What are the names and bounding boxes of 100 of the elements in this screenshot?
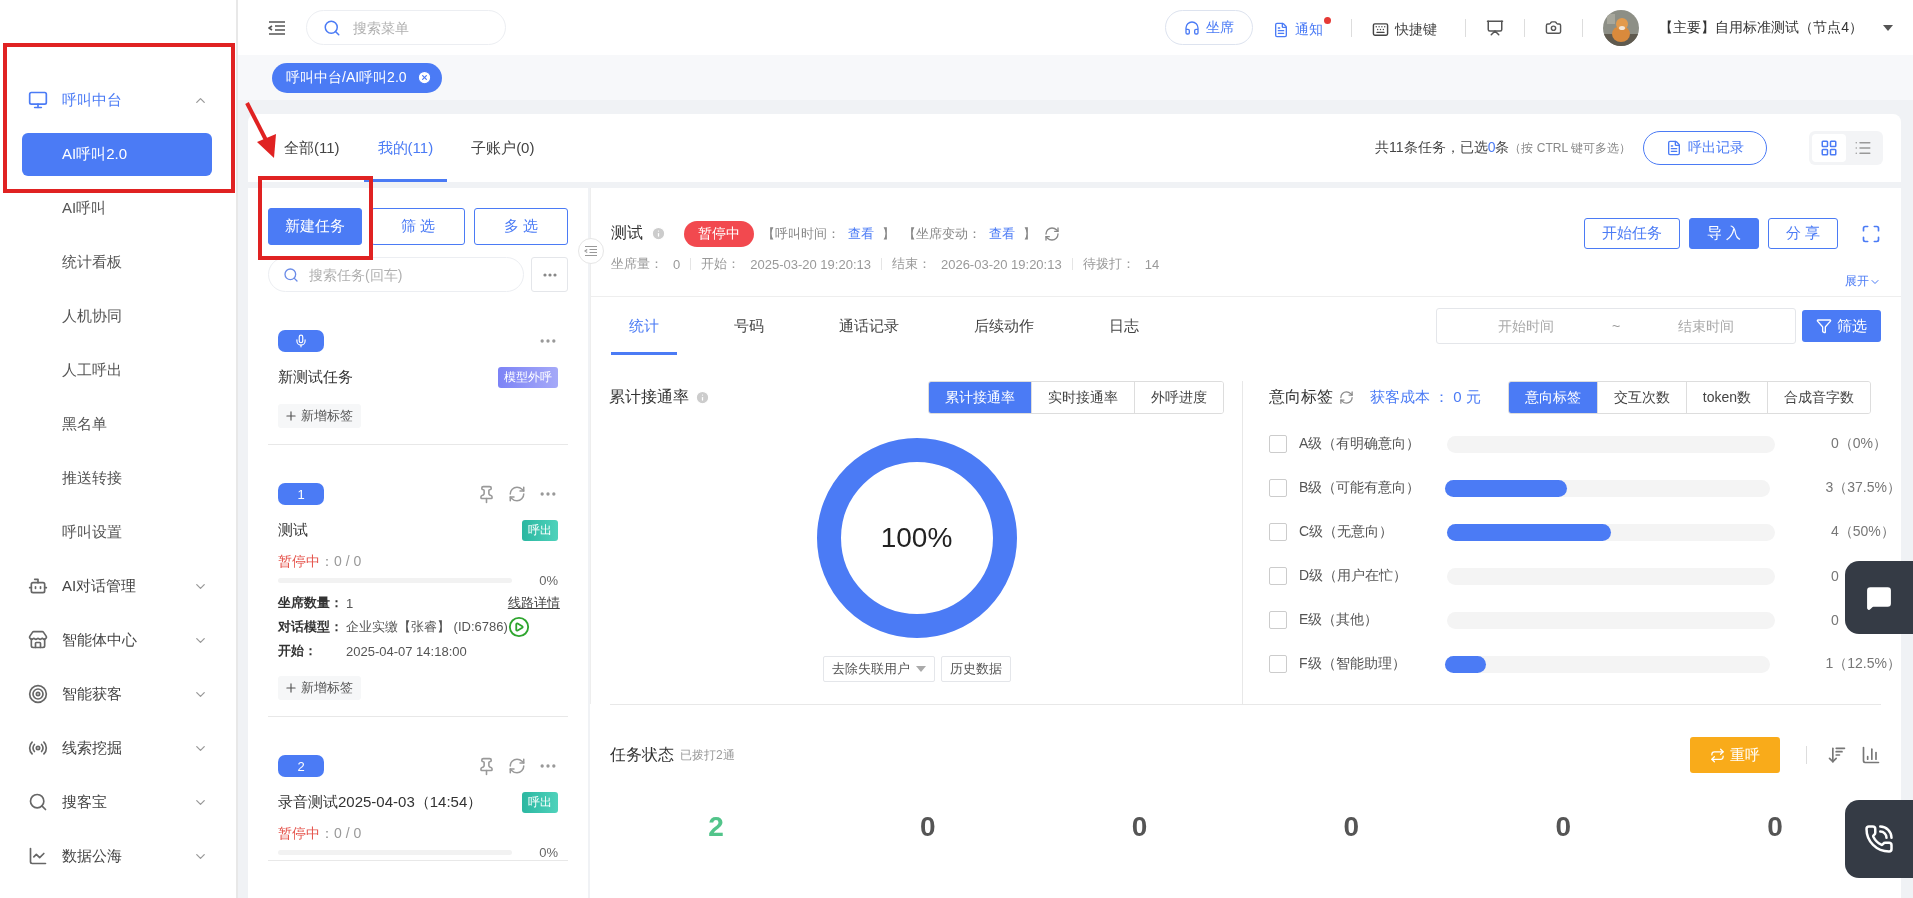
filter-dropdown[interactable]: 去除失联用户 <box>822 656 935 682</box>
toolbar-button[interactable]: 新建任务 <box>268 208 362 245</box>
more-icon <box>542 272 557 277</box>
nav-icon <box>28 738 48 758</box>
task-title[interactable]: 新测试任务 <box>278 368 498 387</box>
open-tab-tag[interactable]: 呼叫中台/AI呼叫2.0 <box>272 62 442 93</box>
nav-group[interactable]: 智能体中心 <box>0 613 236 667</box>
account-dropdown[interactable] <box>1883 24 1893 31</box>
collapse-icon <box>584 245 598 257</box>
task-title[interactable]: 录音测试2025-04-03（14:54） <box>278 793 522 812</box>
menu-search-input[interactable]: 搜索菜单 <box>351 18 489 37</box>
cost-link[interactable]: 获客成本 ： 0 元 <box>1370 388 1481 407</box>
view-link[interactable]: 查看 <box>848 224 874 243</box>
account-name[interactable]: 【主要】自用标准测试（节点4） <box>1659 18 1863 37</box>
task-search-input[interactable]: 搜索任务(回车) <box>307 265 509 284</box>
scope-tab[interactable]: 子账户(0) <box>457 114 549 182</box>
meta-label: 结束： <box>891 255 931 273</box>
nav-item[interactable]: 黑名单 <box>22 402 212 446</box>
view-link[interactable]: 查看 <box>989 224 1015 243</box>
detail-value: 1 <box>346 595 355 611</box>
toolbar-button[interactable]: 筛 选 <box>371 208 465 245</box>
grid-view-button[interactable] <box>1812 134 1846 162</box>
detail-tab[interactable]: 统计 <box>611 297 677 355</box>
nav-item[interactable]: 人机协同 <box>22 294 212 338</box>
seat-button[interactable]: 坐席 <box>1165 10 1254 45</box>
mode-tab[interactable]: 外呼进度 <box>1134 382 1223 413</box>
checkbox[interactable] <box>1269 611 1287 629</box>
checkbox[interactable] <box>1269 567 1287 585</box>
voice-chat-button[interactable] <box>1845 561 1913 634</box>
sort-icon[interactable] <box>1827 745 1847 765</box>
search-icon <box>283 266 299 283</box>
checkbox[interactable] <box>1269 479 1287 497</box>
pin-icon[interactable] <box>477 484 496 504</box>
refresh-icon[interactable] <box>508 757 526 775</box>
refresh-icon[interactable] <box>1044 225 1060 242</box>
bracket-label: 】 <box>1023 224 1036 243</box>
pin-icon[interactable] <box>477 756 496 776</box>
add-tag-button[interactable]: 新增标签 <box>278 404 361 428</box>
intent-label: B级（可能有意向） <box>1299 479 1422 497</box>
info-icon[interactable] <box>651 226 666 241</box>
scope-tab[interactable]: 我的(11) <box>363 114 448 182</box>
camera-button[interactable] <box>1545 19 1563 36</box>
call-log-button[interactable]: 呼出记录 <box>1643 131 1767 165</box>
phone-button[interactable] <box>1845 800 1913 878</box>
nav-item[interactable]: 呼叫设置 <box>22 510 212 554</box>
task-number: 1 <box>278 483 324 505</box>
checkbox[interactable] <box>1269 435 1287 453</box>
dial-count: 已拨打2通 <box>680 746 735 764</box>
nav-item[interactable]: AI呼叫2.0 <box>22 132 212 176</box>
ring-reading: 100% <box>880 522 953 554</box>
fullscreen-icon[interactable] <box>1861 223 1881 244</box>
checkbox[interactable] <box>1269 523 1287 541</box>
nav-item[interactable]: 统计看板 <box>22 240 212 284</box>
nav-icon <box>28 630 48 650</box>
nav-item[interactable]: 推送转接 <box>22 456 212 500</box>
intent-reading: 0 <box>1831 568 1839 584</box>
history-button[interactable]: 历史数据 <box>940 656 1011 682</box>
stat-value: 0 <box>1555 811 1572 843</box>
line-details-link[interactable]: 线路详情 <box>507 594 560 612</box>
notification-link[interactable]: 通知 <box>1273 16 1332 39</box>
detail-tab[interactable]: 日志 <box>1091 297 1157 355</box>
refresh-icon[interactable] <box>1339 390 1354 405</box>
add-tag-button[interactable]: 新增标签 <box>278 676 361 700</box>
action-button[interactable]: 分 享 <box>1767 218 1838 249</box>
mode-tab[interactable]: 意向标签 <box>1508 382 1597 413</box>
play-icon[interactable] <box>507 616 530 638</box>
toolbar-button[interactable]: 多 选 <box>474 208 568 245</box>
nav-group[interactable]: 呼叫中台 <box>0 73 236 127</box>
refresh-icon[interactable] <box>508 485 526 503</box>
intent-reading: 1（12.5%） <box>1825 655 1901 673</box>
section-title: 任务状态 <box>610 744 674 765</box>
progress-percent: 0% <box>538 573 558 588</box>
task-status: 暂停中：0 / 0 <box>278 825 363 843</box>
detail-tab[interactable]: 后续动作 <box>956 297 1052 355</box>
close-icon[interactable] <box>416 70 432 85</box>
nav-group[interactable]: AI对话管理 <box>0 559 236 613</box>
collapse-menu-button[interactable] <box>268 19 286 36</box>
nav-group[interactable]: 搜客宝 <box>0 775 236 829</box>
filter-button[interactable]: 筛选 <box>1802 310 1881 342</box>
detail-tab[interactable]: 通话记录 <box>821 297 917 355</box>
mode-tab[interactable]: 累计接通率 <box>929 382 1031 413</box>
task-title: 测试 <box>611 223 643 243</box>
nav-group[interactable]: 智能获客 <box>0 667 236 721</box>
screen-button[interactable] <box>1486 18 1505 37</box>
action-button[interactable]: 导 入 <box>1688 218 1759 249</box>
bar-chart-icon[interactable] <box>1861 745 1881 765</box>
nav-group[interactable]: 数据公海 <box>0 829 236 883</box>
checkbox[interactable] <box>1269 655 1287 673</box>
expand-link[interactable]: 展开 <box>1845 273 1881 290</box>
task-title[interactable]: 测试 <box>278 521 522 540</box>
scope-tab[interactable]: 全部(11) <box>284 114 354 182</box>
nav-group[interactable]: 线索挖掘 <box>0 721 236 775</box>
nav-item[interactable]: 人工呼出 <box>22 348 212 392</box>
info-icon[interactable] <box>695 390 710 405</box>
more-button[interactable] <box>531 257 568 292</box>
shortcut-link[interactable]: 快捷键 <box>1372 16 1446 39</box>
nav-item[interactable]: AI呼叫 <box>22 186 212 230</box>
mode-tab[interactable]: 合成音字数 <box>1767 382 1870 413</box>
detail-tab[interactable]: 号码 <box>716 297 782 355</box>
action-button[interactable]: 开始任务 <box>1583 218 1680 249</box>
